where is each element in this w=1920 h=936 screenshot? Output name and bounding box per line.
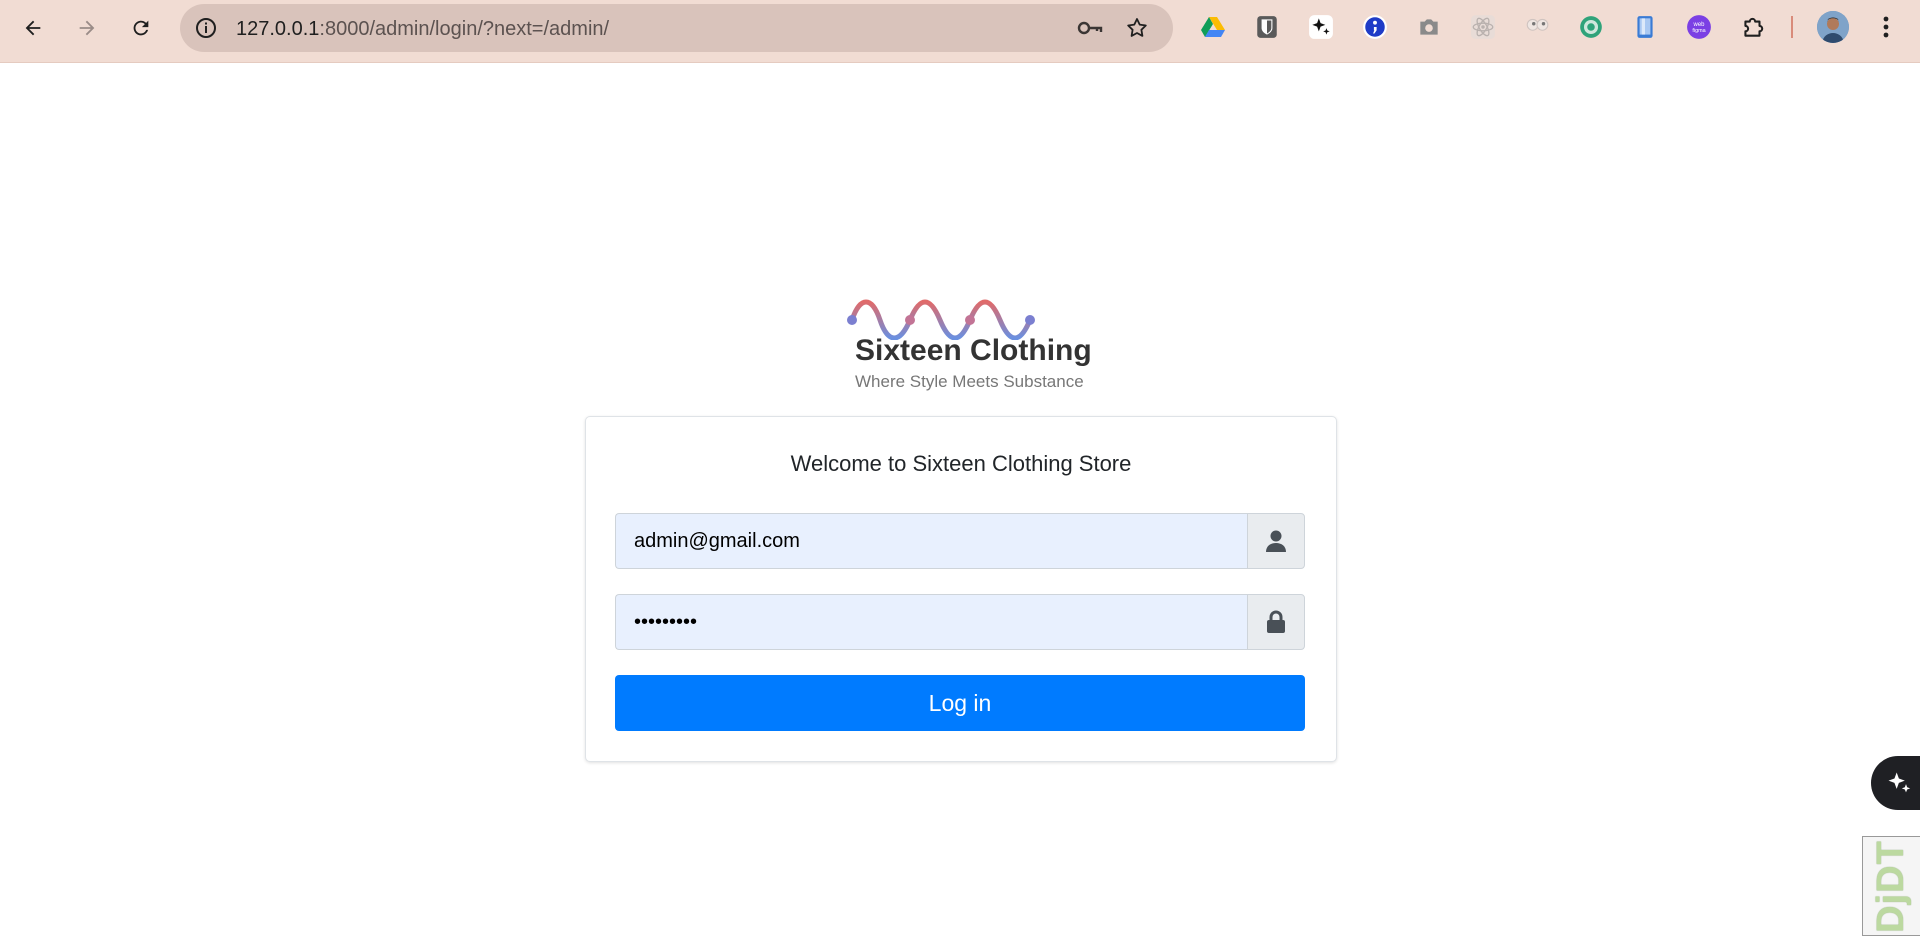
djdt-label: DjDT [1870,839,1912,933]
profile-avatar[interactable] [1817,11,1849,43]
password-group [615,594,1305,650]
camera-icon[interactable] [1414,12,1444,42]
password-addon [1247,594,1305,650]
django-debug-toolbar-handle[interactable]: DjDT [1862,836,1920,936]
username-group [615,513,1305,569]
password-input[interactable] [615,594,1247,650]
phone-icon[interactable] [1630,12,1660,42]
reload-icon [133,20,149,36]
reload-button[interactable] [124,11,158,45]
back-button[interactable] [16,11,50,45]
username-addon [1247,513,1305,569]
address-bar[interactable]: 127.0.0.1:8000/admin/login/?next=/admin/ [180,4,1173,52]
forward-button[interactable] [70,11,104,45]
sparkle-icon [1888,772,1911,793]
login-title: Welcome to Sixteen Clothing Store [790,451,1132,476]
login-button[interactable]: Log in [615,675,1305,731]
url-text[interactable]: 127.0.0.1:8000/admin/login/?next=/admin/ [236,18,609,41]
react-icon[interactable] [1468,12,1498,42]
ai-sparkle-icon[interactable] [1306,12,1336,42]
more-menu-icon[interactable] [1872,12,1900,42]
puzzle-extensions-icon[interactable] [1738,12,1768,42]
browser-toolbar: 127.0.0.1:8000/admin/login/?next=/admin/… [0,0,1920,63]
eyes-icon[interactable] [1522,12,1552,42]
login-card: Welcome to Sixteen Clothing Store Log in [585,416,1337,762]
bookmark-star-icon[interactable] [1125,16,1149,40]
arrow-left-icon [25,20,41,36]
toolbar-divider [1791,16,1793,38]
web-figma-icon[interactable]: web figma [1684,12,1714,42]
user-icon [1266,530,1286,552]
arrow-right-icon [79,20,95,36]
bitwarden-icon[interactable] [1252,12,1282,42]
username-input[interactable] [615,513,1247,569]
lock-icon [1267,610,1285,633]
semicolon-icon[interactable] [1360,12,1390,42]
brand-name: Sixteen Clothing [855,334,1092,367]
google-drive-icon[interactable] [1198,12,1228,42]
brand-tagline: Where Style Meets Substance [855,372,1084,391]
svg-text:figma: figma [1692,28,1705,34]
site-info-icon[interactable] [194,16,218,40]
green-circle-icon[interactable] [1576,12,1606,42]
password-key-icon[interactable] [1077,17,1103,39]
ai-assistant-button[interactable] [1871,756,1920,810]
